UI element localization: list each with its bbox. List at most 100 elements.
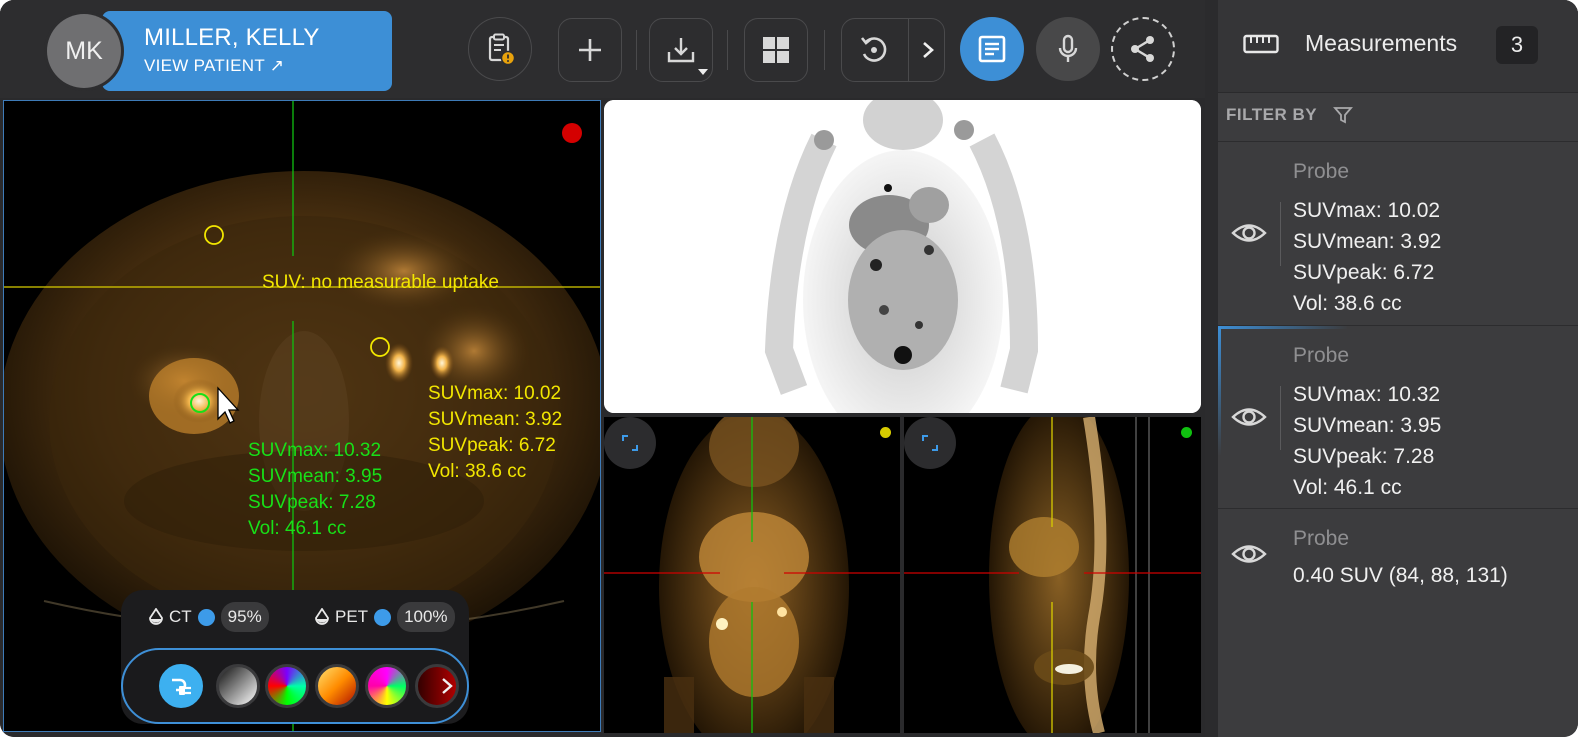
measurement-line: SUVmean: 3.92 [1293,230,1442,253]
plus-icon [579,39,601,61]
green-stat-line: Vol: 46.1 cc [248,518,347,539]
expand-icon [922,435,938,451]
plug-icon [172,678,191,695]
coronal-image [604,417,900,733]
colormap-hot[interactable] [315,664,359,708]
measurements-title: Measurements [1305,30,1458,56]
microphone-icon [1058,34,1078,62]
fusion-link-button[interactable] [159,664,203,708]
top-toolbar: MILLER, KELLY VIEW PATIENT ↗ MK [0,0,1205,98]
measurement-line: SUVmean: 3.95 [1293,414,1442,437]
viewport-mip[interactable] [604,100,1201,413]
eye-icon[interactable] [1230,535,1268,573]
yellow-stat-line: SUVmean: 3.92 [428,409,563,430]
colormap-spectral[interactable] [265,664,309,708]
filter-icon[interactable] [1333,105,1354,125]
share-icon [1131,36,1154,62]
toolbar-divider [824,30,825,70]
status-dot-red [562,123,582,143]
measurement-values: SUVmax: 10.02 SUVmean: 3.92 SUVpeak: 6.7… [1293,195,1441,319]
layout-button[interactable] [744,18,808,82]
measurement-line: SUVpeak: 7.28 [1293,445,1435,468]
no-uptake-label: SUV: no measurable uptake [262,272,499,293]
report-button[interactable] [960,17,1024,81]
share-button[interactable] [1111,17,1175,81]
viewport-sagittal[interactable] [904,417,1201,733]
app-window: MILLER, KELLY VIEW PATIENT ↗ MK SUV: no … [0,0,1578,737]
expand-icon [622,435,638,451]
measurement-values: 0.40 SUV (84, 88, 131) [1293,560,1508,591]
yellow-probe-stats: SUVmax: 10.02 SUVmean: 3.92 SUVpeak: 6.7… [428,381,562,485]
patient-name: MILLER, KELLY [144,24,320,51]
chevron-right-icon[interactable] [439,676,455,696]
measurements-header: Measurements 3 [1218,0,1578,93]
clipboard-warning-button[interactable] [468,17,532,81]
measurement-values: SUVmax: 10.32 SUVmean: 3.95 SUVpeak: 7.2… [1293,379,1441,503]
avatar[interactable]: MK [47,14,121,88]
measurements-count-badge: 3 [1496,26,1538,64]
pet-opacity-value[interactable]: 100% [397,602,455,632]
mip-image [604,100,1201,413]
measurement-line: Vol: 38.6 cc [1293,292,1402,315]
clipboard-warning-icon [488,33,516,66]
patient-card[interactable]: MILLER, KELLY VIEW PATIENT ↗ [102,11,392,91]
download-button[interactable] [649,18,713,82]
view-patient-link[interactable]: VIEW PATIENT ↗ [144,56,392,76]
opacity-drop-icon [315,608,329,625]
reset-rotate-button[interactable] [841,18,945,82]
pet-label: PET [335,607,369,626]
eye-icon[interactable] [1230,214,1268,252]
colormap-rainbow[interactable] [365,664,409,708]
measurement-item[interactable]: Probe SUVmax: 10.02 SUVmean: 3.92 SUVpea… [1218,141,1578,325]
rotate-icon [860,37,887,62]
download-icon [667,38,695,63]
measurement-line: SUVmax: 10.02 [1293,199,1441,222]
measurement-item[interactable]: Probe 0.40 SUV (84, 88, 131) [1218,508,1578,604]
expand-viewport-button[interactable] [904,417,956,469]
eye-icon[interactable] [1230,398,1268,436]
colormap-selector [121,648,469,724]
fusion-control-panel: CT 95% PET 100% [121,590,469,724]
microphone-button[interactable] [1036,17,1100,81]
ct-opacity-value[interactable]: 95% [220,602,269,632]
pet-opacity-row[interactable]: PET 100% [314,602,455,632]
item-divider [1280,386,1281,450]
yellow-stat-line: Vol: 38.6 cc [428,461,527,482]
ct-opacity-slider-dot[interactable] [197,608,215,626]
item-divider [1280,202,1281,266]
viewer-area: MILLER, KELLY VIEW PATIENT ↗ MK SUV: no … [0,0,1205,737]
measurement-type: Probe [1293,344,1350,367]
green-probe-stats: SUVmax: 10.32 SUVmean: 3.95 SUVpeak: 7.2… [248,438,382,542]
filter-label: FILTER BY [1226,105,1318,124]
yellow-stat-line: SUVmax: 10.02 [428,383,562,404]
chevron-right-icon[interactable] [918,40,938,60]
chevron-down-icon [698,69,708,75]
measurement-type: Probe [1293,527,1350,550]
green-stat-line: SUVpeak: 7.28 [248,492,376,513]
colormap-grayscale[interactable] [216,664,260,708]
measurement-type: Probe [1293,160,1350,183]
toolbar-divider [727,30,728,70]
measurement-item-selected[interactable]: Probe SUVmax: 10.32 SUVmean: 3.95 SUVpea… [1218,325,1578,508]
pet-opacity-slider-dot[interactable] [374,608,392,626]
green-stat-line: SUVmax: 10.32 [248,440,382,461]
selection-indicator [1218,326,1221,456]
viewport-coronal[interactable] [604,417,900,733]
status-dot-green [1181,427,1192,438]
measurements-panel: Measurements 3 FILTER BY Probe SUVmax: 1… [1218,0,1578,737]
measurement-line: SUVmax: 10.32 [1293,383,1441,406]
toolbar-divider [908,19,909,81]
green-stat-line: SUVmean: 3.95 [248,466,383,487]
add-button[interactable] [558,18,622,82]
status-dot-yellow [880,427,891,438]
ct-opacity-row[interactable]: CT 95% [148,602,269,632]
ruler-icon [1243,34,1279,54]
expand-viewport-button[interactable] [604,417,656,469]
measurement-line: Vol: 46.1 cc [1293,476,1402,499]
measurement-line: 0.40 SUV (84, 88, 131) [1293,564,1508,587]
filter-by-control[interactable]: FILTER BY [1226,105,1354,125]
toolbar-divider [636,30,637,70]
layout-grid-icon [763,37,789,63]
opacity-drop-icon [149,608,163,625]
selection-indicator [1218,326,1348,329]
